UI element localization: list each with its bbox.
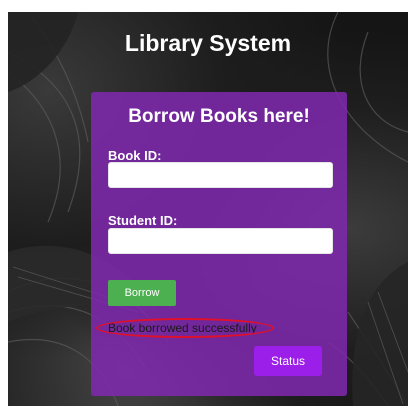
student-id-input[interactable] — [108, 228, 333, 254]
book-id-label: Book ID: — [108, 148, 162, 163]
borrow-button[interactable]: Borrow — [108, 280, 176, 306]
status-button[interactable]: Status — [254, 346, 322, 376]
page-title: Library System — [124, 30, 292, 56]
red-annotation-ellipse — [96, 318, 274, 338]
page-background: Library System Borrow Books here! Book I… — [8, 12, 408, 406]
form-heading: Borrow Books here! — [128, 106, 310, 127]
book-id-input[interactable] — [108, 162, 333, 188]
borrow-form-card: Borrow Books here! Book ID: Student ID: … — [91, 92, 347, 396]
student-id-label: Student ID: — [108, 213, 178, 228]
